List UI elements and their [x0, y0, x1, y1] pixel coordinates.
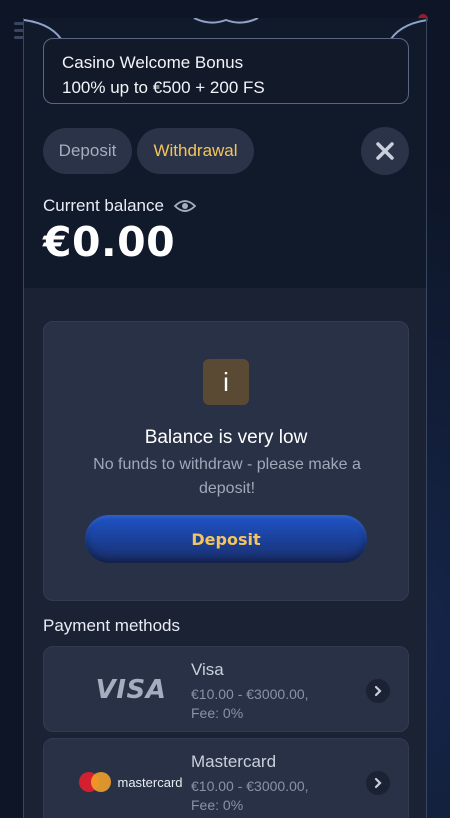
payment-method-limits: €10.00 - €3000.00, Fee: 0%	[191, 685, 309, 723]
payment-method-limits: €10.00 - €3000.00, Fee: 0%	[191, 777, 309, 815]
tab-deposit[interactable]: Deposit	[43, 128, 132, 174]
payment-method-name: Mastercard	[191, 752, 277, 771]
chevron-right-icon	[366, 679, 390, 703]
payment-method-range: €10.00 - €3000.00,	[191, 686, 309, 702]
balance-label-row: Current balance	[43, 196, 196, 216]
visa-logo-text: VISA	[95, 675, 167, 705]
tab-withdrawal[interactable]: Withdrawal	[137, 128, 254, 174]
wallet-modal: Casino Welcome Bonus 100% up to €500 + 2…	[23, 18, 427, 818]
payment-method-range: €10.00 - €3000.00,	[191, 778, 309, 794]
close-button[interactable]	[361, 127, 409, 175]
info-icon: i	[203, 359, 249, 405]
payment-method-mastercard[interactable]: mastercard Mastercard €10.00 - €3000.00,…	[43, 738, 409, 818]
welcome-bonus-banner[interactable]: Casino Welcome Bonus 100% up to €500 + 2…	[43, 38, 409, 104]
mastercard-logo-text: mastercard	[117, 774, 183, 790]
visa-logo: VISA	[64, 647, 198, 733]
balance-label: Current balance	[43, 196, 164, 215]
bonus-offer: 100% up to €500 + 200 FS	[62, 78, 265, 97]
payment-method-name: Visa	[191, 660, 224, 679]
mastercard-circles-icon	[79, 772, 112, 792]
close-icon	[376, 142, 394, 160]
bonus-title: Casino Welcome Bonus	[62, 53, 244, 72]
mastercard-logo: mastercard	[64, 739, 198, 818]
chevron-right-icon	[366, 771, 390, 795]
deposit-button[interactable]: Deposit	[85, 515, 367, 563]
payment-method-fee: Fee: 0%	[191, 705, 244, 721]
notice-title: Balance is very low	[144, 427, 308, 448]
low-balance-card: i Balance is very low No funds to withdr…	[43, 321, 409, 601]
balance-amount: €0.00	[43, 218, 176, 266]
payment-method-visa[interactable]: VISA Visa €10.00 - €3000.00, Fee: 0%	[43, 646, 409, 732]
payment-methods-label: Payment methods	[43, 616, 181, 635]
payment-method-fee: Fee: 0%	[191, 797, 244, 813]
notice-description: No funds to withdraw - please make a dep…	[93, 456, 361, 497]
eye-icon[interactable]	[173, 198, 196, 214]
